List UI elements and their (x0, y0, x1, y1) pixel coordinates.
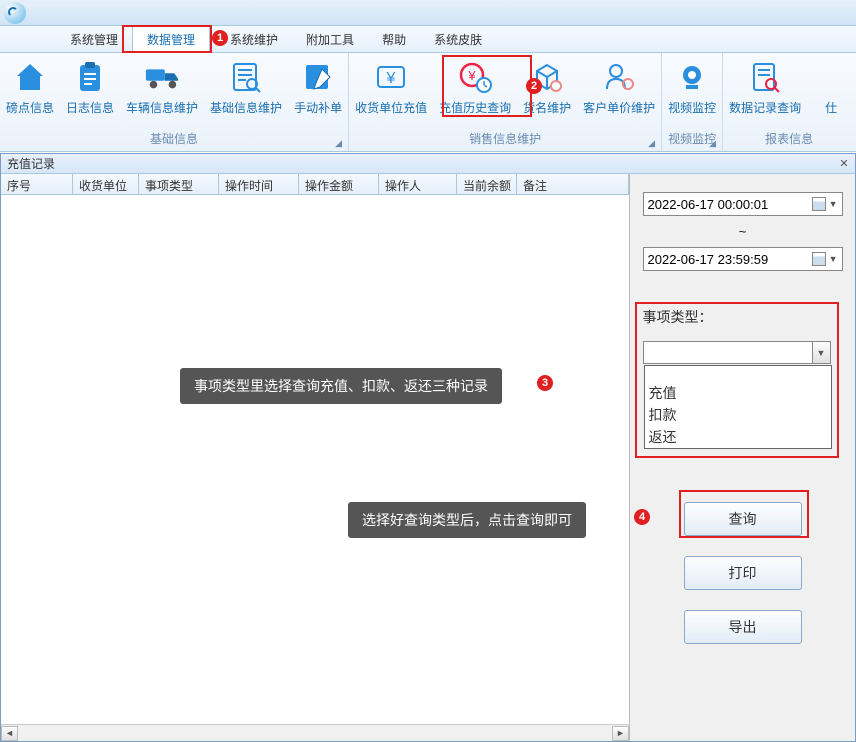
date-to-input[interactable]: 2022-06-17 23:59:59 ▼ (643, 247, 843, 271)
ribbon-recharge-history[interactable]: ¥ 充值历史查询 (433, 53, 517, 127)
scroll-left-icon[interactable]: ◄ (1, 726, 18, 741)
table-body (1, 195, 629, 724)
ribbon-label: 数据记录查询 (729, 99, 801, 116)
ribbon-label: 充值历史查询 (439, 99, 511, 116)
ribbon-label: 手动补单 (294, 99, 342, 116)
app-logo-icon (4, 2, 26, 24)
calendar-icon[interactable] (812, 197, 826, 211)
filter-panel: 2022-06-17 00:00:01 ▼ ~ 2022-06-17 23:59… (630, 174, 855, 741)
col-type[interactable]: 事项类型 (139, 174, 219, 195)
ribbon-label: 日志信息 (66, 99, 114, 116)
col-balance[interactable]: 当前余额 (457, 174, 517, 195)
chevron-down-icon[interactable]: ▼ (829, 199, 838, 209)
date-from-value: 2022-06-17 00:00:01 (648, 197, 769, 212)
titlebar (0, 0, 856, 26)
yen-icon: ¥ (373, 59, 409, 95)
ribbon-label: 收货单位充值 (355, 99, 427, 116)
package-gear-icon (529, 59, 565, 95)
ribbon-video-monitor[interactable]: 视频监控 (662, 53, 722, 127)
type-filter-group: 事项类型： ▼ 充值 扣款 返还 (643, 307, 843, 364)
ribbon-log-info[interactable]: 日志信息 (60, 53, 120, 127)
col-receiver[interactable]: 收货单位 (73, 174, 139, 195)
expand-icon[interactable]: ◢ (709, 138, 719, 148)
type-combobox[interactable]: ▼ 充值 扣款 返还 (643, 341, 831, 364)
menu-addon-tools[interactable]: 附加工具 (292, 26, 368, 52)
type-option-recharge[interactable]: 充值 (645, 382, 831, 404)
col-index[interactable]: 序号 (1, 174, 73, 195)
chevron-down-icon[interactable]: ▼ (829, 254, 838, 264)
ribbon-data-record-query[interactable]: 数据记录查询 (723, 53, 807, 127)
col-time[interactable]: 操作时间 (219, 174, 299, 195)
close-icon[interactable]: ✕ (837, 157, 851, 171)
type-option-return[interactable]: 返还 (645, 426, 831, 448)
doc-search-icon (747, 59, 783, 95)
panel-header: 充值记录 ✕ (1, 154, 855, 174)
ribbon-goods-maintain[interactable]: 货名维护 (517, 53, 577, 127)
records-table: 序号 收货单位 事项类型 操作时间 操作金额 操作人 当前余额 备注 ◄ ► (1, 174, 630, 741)
menu-system-maintain[interactable]: 系统维护 (216, 26, 292, 52)
ribbon-customer-price[interactable]: 客户单价维护 (577, 53, 661, 127)
table-header: 序号 收货单位 事项类型 操作时间 操作金额 操作人 当前余额 备注 (1, 174, 629, 195)
ribbon-toolbar: 磅点信息 日志信息 车辆信息维护 基础信息维护 手动补单 基础信息 ◢ (0, 53, 856, 152)
edit-doc-icon (300, 59, 336, 95)
svg-text:¥: ¥ (467, 68, 476, 83)
menubar: 系统管理 数据管理 系统维护 附加工具 帮助 系统皮肤 (0, 26, 856, 53)
type-option-deduct[interactable]: 扣款 (645, 404, 831, 426)
clipboard-icon (72, 59, 108, 95)
ribbon-label: 视频监控 (668, 99, 716, 116)
expand-icon[interactable]: ◢ (335, 138, 345, 148)
horizontal-scrollbar[interactable]: ◄ ► (1, 724, 629, 741)
ribbon-basic-info-maintain[interactable]: 基础信息维护 (204, 53, 288, 127)
print-button[interactable]: 打印 (684, 556, 802, 590)
yen-clock-icon: ¥ (457, 59, 493, 95)
ribbon-vehicle-info[interactable]: 车辆信息维护 (120, 53, 204, 127)
ribbon-group-basic-info: 磅点信息 日志信息 车辆信息维护 基础信息维护 手动补单 基础信息 ◢ (0, 53, 349, 151)
ribbon-label: 车辆信息维护 (126, 99, 198, 116)
panel-recharge-records: 充值记录 ✕ 序号 收货单位 事项类型 操作时间 操作金额 操作人 当前余额 备… (0, 153, 856, 742)
col-amount[interactable]: 操作金额 (299, 174, 379, 195)
menu-skin[interactable]: 系统皮肤 (420, 26, 496, 52)
ribbon-label: 客户单价维护 (583, 99, 655, 116)
menu-system-manage[interactable]: 系统管理 (56, 26, 132, 52)
date-from-input[interactable]: 2022-06-17 00:00:01 ▼ (643, 192, 843, 216)
calendar-icon[interactable] (812, 252, 826, 266)
export-button[interactable]: 导出 (684, 610, 802, 644)
ribbon-group-sales-info: ¥ 收货单位充值 ¥ 充值历史查询 货名维护 客户单价维护 销售信息维护 ◢ (349, 53, 662, 151)
svg-text:¥: ¥ (386, 70, 396, 87)
ribbon-group-label: 基础信息 (0, 127, 348, 151)
menu-help[interactable]: 帮助 (368, 26, 420, 52)
ribbon-label: 货名维护 (523, 99, 571, 116)
ribbon-group-label: 报表信息 (723, 127, 855, 151)
home-icon (12, 59, 48, 95)
ribbon-label: 磅点信息 (6, 99, 54, 116)
ribbon-recharge-receiver[interactable]: ¥ 收货单位充值 (349, 53, 433, 127)
type-option-blank[interactable] (645, 366, 831, 382)
expand-icon[interactable]: ◢ (648, 138, 658, 148)
ribbon-group-video: 视频监控 视频监控 ◢ (662, 53, 723, 151)
chevron-down-icon[interactable]: ▼ (812, 342, 830, 363)
truck-icon (144, 59, 180, 95)
ribbon-group-report: 数据记录查询 仕 报表信息 (723, 53, 855, 151)
ribbon-weigh-point-info[interactable]: 磅点信息 (0, 53, 60, 127)
date-range-separator: ~ (739, 224, 747, 239)
ribbon-partial[interactable]: 仕 (807, 53, 855, 127)
ribbon-label: 基础信息维护 (210, 99, 282, 116)
type-dropdown-list: 充值 扣款 返还 (644, 365, 832, 449)
ribbon-manual-order[interactable]: 手动补单 (288, 53, 348, 127)
col-remark[interactable]: 备注 (517, 174, 629, 195)
ribbon-group-label: 销售信息维护 (349, 127, 661, 151)
panel-title: 充值记录 (7, 155, 55, 172)
camera-icon (674, 59, 710, 95)
list-search-icon (228, 59, 264, 95)
col-operator[interactable]: 操作人 (379, 174, 457, 195)
scroll-right-icon[interactable]: ► (612, 726, 629, 741)
date-to-value: 2022-06-17 23:59:59 (648, 252, 769, 267)
placeholder-icon (813, 59, 849, 95)
type-label: 事项类型： (643, 307, 843, 327)
query-button[interactable]: 查询 (684, 502, 802, 536)
person-gear-icon (601, 59, 637, 95)
menu-data-manage[interactable]: 数据管理 (132, 26, 210, 52)
ribbon-label: 仕 (825, 99, 837, 116)
